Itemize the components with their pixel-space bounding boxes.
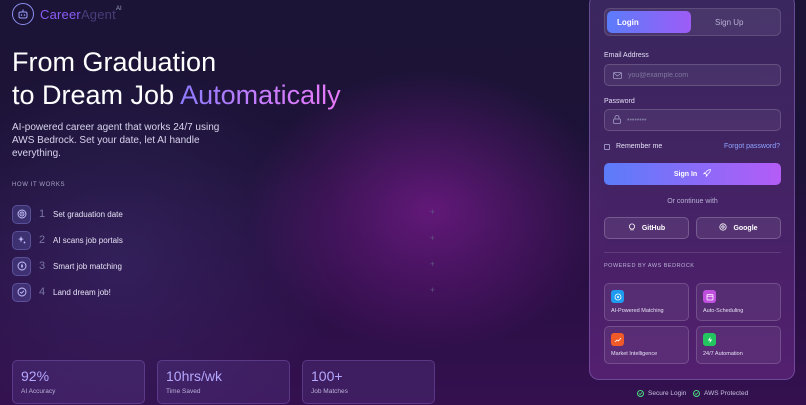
auth-tabs: Login Sign Up — [604, 8, 781, 36]
stat-card: 100+ Job Matches — [302, 360, 435, 404]
step-item[interactable]: 2 AI scans job portals + — [12, 227, 437, 253]
email-field[interactable] — [628, 71, 768, 79]
feature-label: Auto-Scheduling — [703, 308, 744, 314]
github-label: GitHub — [641, 224, 666, 232]
secure-login-badge: Secure Login — [637, 390, 686, 397]
feature-label: AI-Powered Matching — [611, 308, 664, 314]
email-label: Email Address — [604, 52, 649, 59]
step-label: Smart job matching — [53, 261, 122, 271]
aws-protected-badge: AWS Protected — [693, 390, 748, 397]
remember-label: Remember me — [616, 143, 663, 150]
password-label: Password — [604, 98, 635, 105]
step-label: Land dream job! — [53, 287, 111, 297]
target-icon — [12, 204, 31, 224]
remember-me[interactable]: Remember me — [604, 143, 662, 150]
hero-title: From Graduation to Dream Job Automatical… — [12, 47, 341, 110]
plus-icon: + — [429, 259, 435, 269]
hero-accent: Automatically — [180, 80, 341, 110]
password-field-wrapper[interactable] — [604, 109, 781, 131]
stat-label: AI Accuracy — [21, 388, 56, 395]
auth-card: Login Sign Up Email Address Password Rem… — [589, 0, 795, 380]
powered-by-heading: POWERED BY AWS BEDROCK — [604, 263, 695, 269]
email-field-wrapper[interactable] — [604, 64, 781, 86]
calendar-icon — [703, 290, 716, 303]
step-label: Set graduation date — [53, 209, 123, 219]
sign-in-label: Sign In — [673, 170, 698, 178]
sparkles-icon — [12, 230, 31, 250]
step-label: AI scans job portals — [53, 235, 123, 245]
steps-list: 1 Set graduation date + 2 AI scans job p… — [12, 201, 437, 305]
stat-value: 10hrs/wk — [166, 368, 223, 384]
check-circle-icon — [693, 390, 700, 397]
step-item[interactable]: 4 Land dream job! + — [12, 279, 437, 305]
check-circle-icon — [12, 282, 31, 302]
step-item[interactable]: 1 Set graduation date + — [12, 201, 437, 227]
stat-card: 10hrs/wk Time Saved — [157, 360, 290, 404]
step-number: 2 — [39, 234, 46, 246]
password-field[interactable] — [627, 116, 767, 124]
step-number: 1 — [39, 208, 46, 220]
feature-card: Auto-Scheduling — [696, 283, 781, 321]
tab-signup[interactable]: Sign Up — [705, 11, 775, 33]
compass-icon — [12, 256, 31, 276]
google-icon — [719, 223, 728, 233]
plus-icon: + — [429, 285, 435, 295]
github-icon — [628, 223, 636, 233]
stat-label: Job Matches — [311, 388, 348, 395]
forgot-password-link[interactable]: Forgot password? — [724, 143, 780, 150]
stat-value: 100+ — [311, 368, 343, 384]
feature-label: Market Intelligence — [611, 351, 658, 357]
brand[interactable]: CareerAgent — [12, 3, 116, 25]
how-it-works-heading: HOW IT WORKS — [12, 182, 66, 188]
step-number: 3 — [39, 260, 46, 272]
step-item[interactable]: 3 Smart job matching + — [12, 253, 437, 279]
plus-icon: + — [429, 233, 435, 243]
feature-card: Market Intelligence — [604, 326, 689, 364]
stat-value: 92% — [21, 368, 50, 384]
feature-card: 24/7 Automation — [696, 326, 781, 364]
plus-icon: + — [429, 207, 435, 217]
rocket-icon — [703, 169, 712, 179]
secure-login-label: Secure Login — [648, 390, 687, 397]
brand-name: CareerAgent — [40, 6, 116, 22]
or-continue-with: Or continue with — [667, 198, 718, 205]
stat-label: Time Saved — [166, 388, 201, 395]
feature-label: 24/7 Automation — [703, 351, 743, 357]
robot-icon — [12, 3, 34, 25]
tab-login[interactable]: Login — [607, 11, 691, 33]
step-number: 4 — [39, 286, 46, 298]
aws-protected-label: AWS Protected — [704, 390, 749, 397]
github-button[interactable]: GitHub — [604, 217, 689, 239]
divider — [604, 252, 781, 253]
lock-icon — [613, 111, 621, 129]
shield-check-icon — [637, 390, 644, 397]
brand-superscript: AI — [116, 6, 122, 12]
sign-in-button[interactable]: Sign In — [604, 163, 781, 185]
bolt-icon — [703, 333, 716, 346]
remember-checkbox[interactable] — [604, 143, 610, 150]
google-label: Google — [733, 224, 758, 232]
feature-card: AI-Powered Matching — [604, 283, 689, 321]
hero-description: AI-powered career agent that works 24/7 … — [12, 122, 220, 159]
mail-icon — [613, 66, 622, 84]
google-button[interactable]: Google — [696, 217, 781, 239]
stat-card: 92% AI Accuracy — [12, 360, 145, 404]
trending-up-icon — [611, 333, 624, 346]
stats-row: 92% AI Accuracy 10hrs/wk Time Saved 100+… — [12, 360, 435, 404]
target-icon — [611, 290, 624, 303]
